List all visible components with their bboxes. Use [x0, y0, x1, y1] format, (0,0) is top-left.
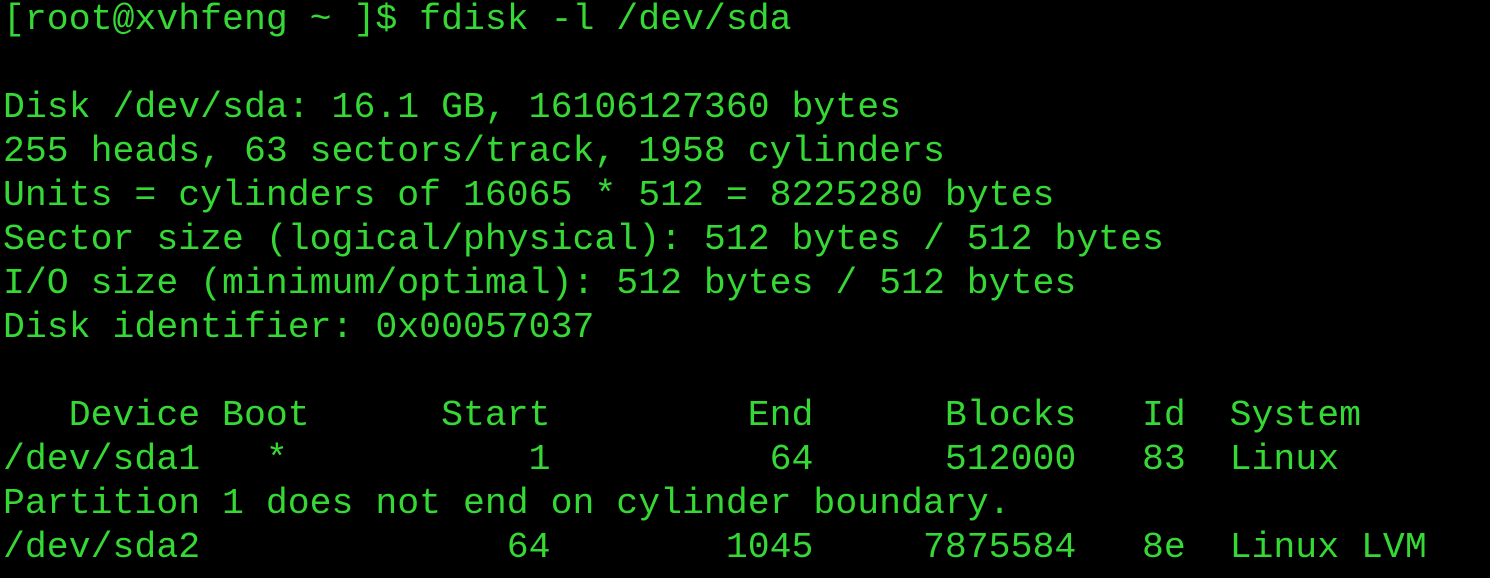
partition-table-header: Device Boot Start End Blocks Id System — [3, 395, 1362, 436]
partition-row: /dev/sda2 64 1045 7875584 8e Linux LVM — [3, 527, 1427, 568]
sector-size-line: Sector size (logical/physical): 512 byte… — [3, 219, 1164, 260]
geometry-line: 255 heads, 63 sectors/track, 1958 cylind… — [3, 131, 945, 172]
io-size-line: I/O size (minimum/optimal): 512 bytes / … — [3, 263, 1077, 304]
disk-size-line: Disk /dev/sda: 16.1 GB, 16106127360 byte… — [3, 87, 902, 128]
warning-line: Partition 1 does not end on cylinder bou… — [3, 483, 1011, 524]
partition-row: /dev/sda1 * 1 64 512000 83 Linux — [3, 439, 1340, 480]
units-line: Units = cylinders of 16065 * 512 = 82252… — [3, 175, 1055, 216]
disk-identifier-line: Disk identifier: 0x00057037 — [3, 307, 595, 348]
terminal-output[interactable]: [root@xvhfeng ~ ]$ fdisk -l /dev/sda Dis… — [0, 0, 1490, 570]
command-prompt-line: [root@xvhfeng ~ ]$ fdisk -l /dev/sda — [3, 0, 792, 40]
